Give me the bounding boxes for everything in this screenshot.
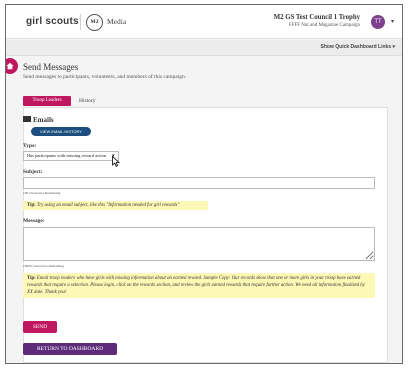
campaign-title: M2 GS Test Council 1 Trophy [273,14,360,21]
quick-links-bar: Show Quick Dashboard Links ▾ [6,40,402,56]
emails-heading: Emails [23,116,54,124]
return-to-dashboard-button[interactable]: RETURN TO DASHBOARD [23,343,117,355]
subject-input[interactable] [23,177,375,189]
top-header: girl scouts M2 Media M2 GS Test Council … [6,5,402,39]
message-textarea[interactable] [23,227,375,261]
home-icon[interactable] [6,58,18,74]
tab-history[interactable]: History [79,96,96,106]
m2-media-label: Media [107,17,127,26]
subject-tip: Tip: Try using an email subject, like th… [23,201,208,210]
send-button[interactable]: SEND [23,321,57,333]
mouse-cursor-icon [112,156,120,167]
m2-media-logo-icon: M2 [86,14,103,31]
tab-troop-leaders[interactable]: Troop Leaders [23,96,71,106]
page-title: Send Messages [23,62,79,72]
emails-heading-label: Emails [33,116,54,124]
type-select[interactable]: Has participants with missing reward act… [23,151,119,161]
message-tip-text: Email troop leaders who have girls with … [27,276,365,295]
quick-dashboard-links-toggle[interactable]: Show Quick Dashboard Links ▾ [321,44,395,50]
message-label: Message: [23,218,45,224]
message-tip-label: Tip: [27,276,36,281]
subject-tip-label: Tip: [27,203,36,208]
app-window: girl scouts M2 Media M2 GS Test Council … [5,4,403,364]
subject-chars-remaining: 100 Characters Remaining [23,191,61,195]
page-description: Send messages to participants, volunteer… [23,74,187,80]
girl-scouts-logo[interactable]: girl scouts [26,16,79,27]
message-tip: Tip: Email troop leaders who have girls … [23,273,375,298]
envelope-icon [23,116,31,122]
subject-tip-text: Try using an email subject, like this "I… [36,203,180,208]
view-email-history-button[interactable]: VIEW EMAIL HISTORY [31,127,91,136]
type-label: Type: [23,143,37,149]
header-divider [80,14,81,30]
campaign-subtitle: FFFF Nut and Magazine Campaign [288,23,360,28]
user-avatar[interactable]: TT [371,15,385,29]
chevron-down-icon[interactable]: ▾ [391,18,394,25]
message-chars-remaining: 10000 Characters Remaining [23,264,64,268]
subject-label: Subject: [23,169,43,175]
